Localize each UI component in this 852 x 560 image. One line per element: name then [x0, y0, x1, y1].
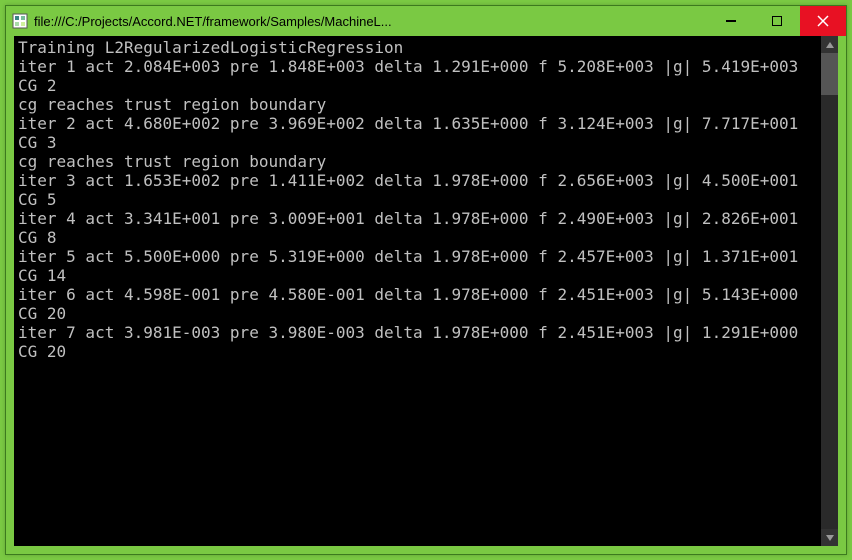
window-controls: [708, 6, 846, 36]
titlebar[interactable]: file:///C:/Projects/Accord.NET/framework…: [6, 6, 846, 36]
close-icon: [817, 15, 829, 27]
scrollbar-thumb[interactable]: [821, 53, 838, 95]
maximize-button[interactable]: [754, 6, 800, 36]
chevron-up-icon: [826, 41, 834, 49]
chevron-down-icon: [826, 534, 834, 542]
maximize-icon: [772, 16, 782, 26]
app-window: file:///C:/Projects/Accord.NET/framework…: [5, 5, 847, 555]
scroll-up-button[interactable]: [821, 36, 838, 53]
close-button[interactable]: [800, 6, 846, 36]
app-icon: [12, 13, 28, 29]
minimize-icon: [726, 16, 736, 26]
window-title: file:///C:/Projects/Accord.NET/framework…: [34, 14, 708, 29]
scroll-down-button[interactable]: [821, 529, 838, 546]
minimize-button[interactable]: [708, 6, 754, 36]
client-area: Training L2RegularizedLogisticRegression…: [14, 36, 838, 546]
vertical-scrollbar[interactable]: [821, 36, 838, 546]
console-output[interactable]: Training L2RegularizedLogisticRegression…: [14, 36, 821, 546]
scrollbar-track[interactable]: [821, 53, 838, 529]
